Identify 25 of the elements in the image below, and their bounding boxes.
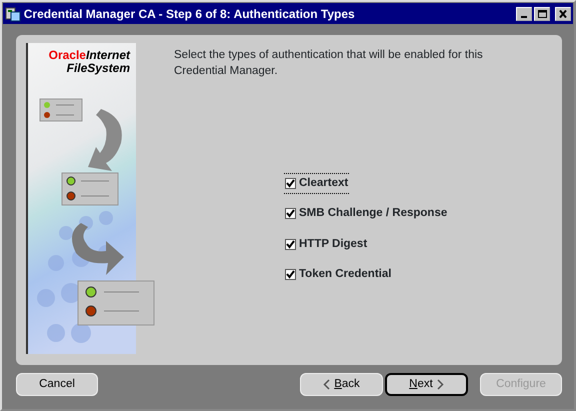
back-button[interactable]: Back [300,373,383,396]
close-icon [559,10,567,18]
checkbox[interactable] [285,208,296,220]
next-button[interactable]: Next [384,373,468,396]
checkbox-label[interactable]: HTTP Digest [299,236,368,253]
instruction-text: Select the types of authentication that will be enabled for this Credential Manager. [174,48,484,79]
maximize-icon [538,10,547,18]
checkbox-label[interactable]: Cleartext [299,175,348,192]
minimize-button[interactable] [516,6,532,20]
close-button[interactable] [555,6,571,20]
logo-product: Internet [86,48,130,62]
maximize-button[interactable] [534,6,550,20]
logo-brand: Oracle [48,48,86,62]
checkbox[interactable] [285,178,296,190]
right-chevron-icon [436,379,444,390]
checkbox-label[interactable]: SMB Challenge / Response [299,205,448,223]
app-icon [5,6,21,22]
left-chevron-icon [323,379,330,390]
checkbox[interactable] [285,268,296,280]
window-title: Credential Manager CA - Step 6 of 8: Authentication Types [24,6,356,22]
logo-product-line: FileSystem [66,61,130,76]
cancel-button[interactable]: Cancel [16,373,98,396]
minimize-icon [520,16,526,18]
checkbox[interactable] [285,238,296,250]
checkbox-label[interactable]: Token Credential [299,266,392,284]
